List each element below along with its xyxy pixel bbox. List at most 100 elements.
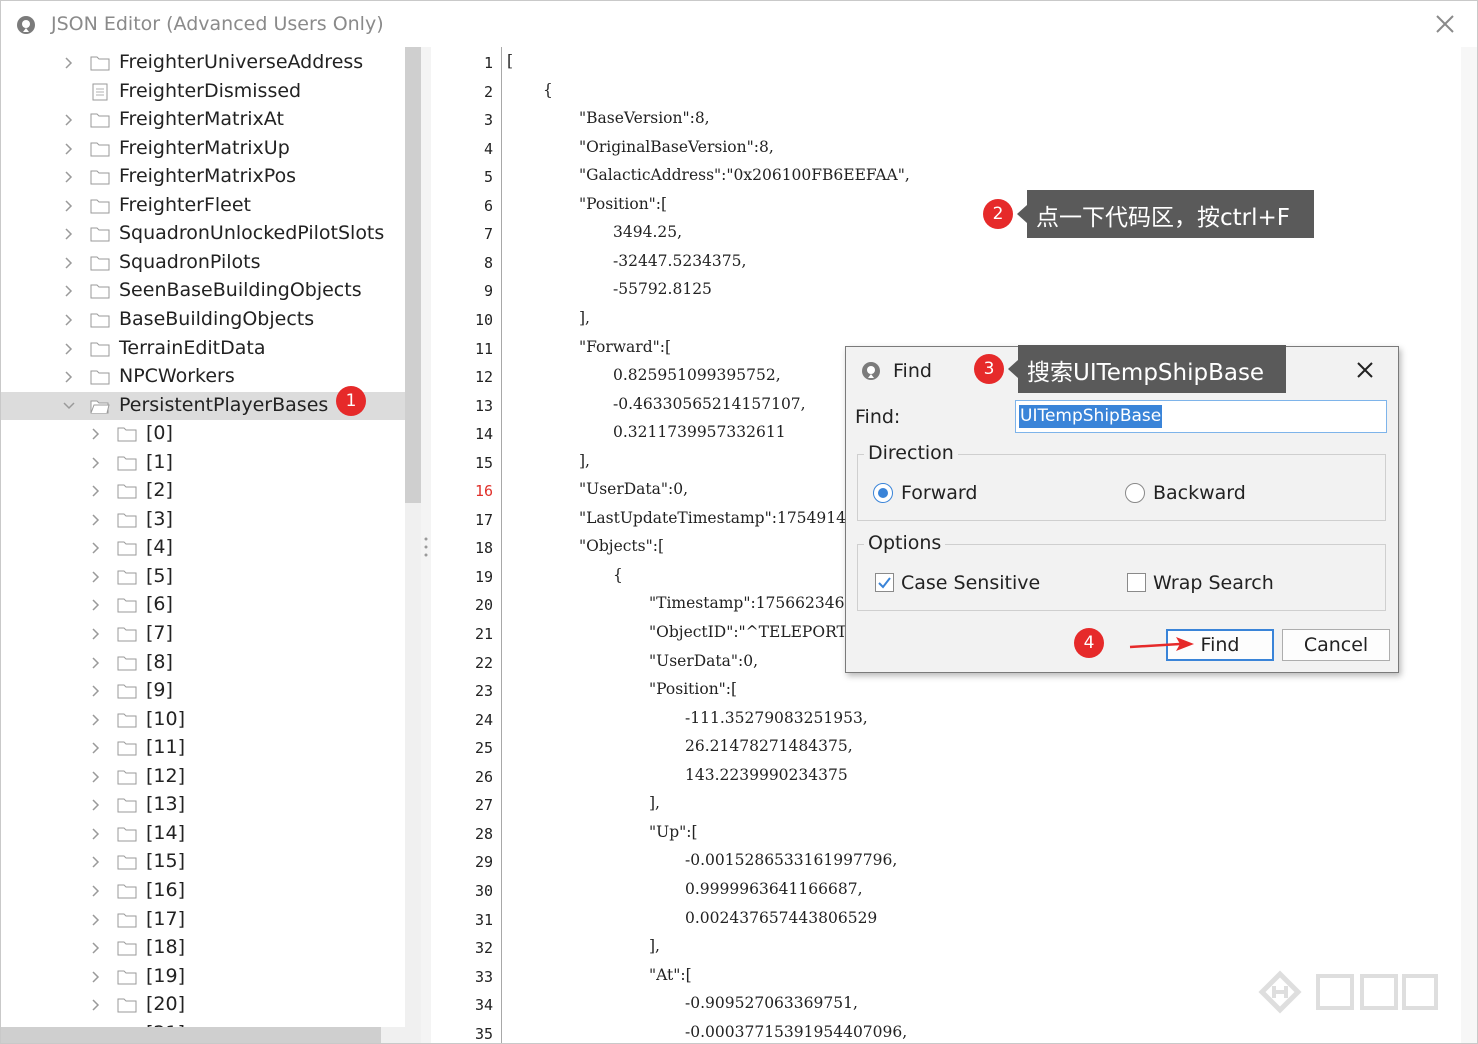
tree-item[interactable]: FreighterFleet	[1, 192, 405, 220]
code-line[interactable]: 3494.25,	[613, 223, 682, 241]
chevron-right-icon[interactable]	[63, 285, 75, 297]
tree-item[interactable]: [20]	[1, 991, 405, 1019]
code-line[interactable]: "Position":[	[649, 680, 737, 698]
tree-item[interactable]: [7]	[1, 620, 405, 648]
code-line[interactable]: "Objects":[	[579, 537, 664, 555]
chevron-right-icon[interactable]	[63, 228, 75, 240]
chevron-right-icon[interactable]	[90, 628, 102, 640]
editor-vertical-scrollbar[interactable]	[1461, 47, 1477, 1043]
tree-view[interactable]: [21][20][19][18][17][16][15][14][13][12]…	[1, 47, 421, 1043]
code-line[interactable]: -0.0015286533161997796,	[685, 851, 897, 869]
chevron-right-icon[interactable]	[63, 200, 75, 212]
code-line[interactable]: -111.35279083251953,	[685, 709, 868, 727]
tree-item[interactable]: [18]	[1, 934, 405, 962]
chevron-right-icon[interactable]	[63, 257, 75, 269]
tree-item[interactable]: SquadronUnlockedPilotSlots	[1, 220, 405, 248]
chevron-right-icon[interactable]	[90, 685, 102, 697]
code-line[interactable]: "UserData":0,	[649, 652, 758, 670]
code-line[interactable]: "LastUpdateTimestamp":17549144	[579, 509, 856, 527]
code-line[interactable]: "Timestamp":1756623460	[649, 594, 854, 612]
tree-hscroll-thumb[interactable]	[1, 1027, 381, 1043]
tree-item[interactable]: [11]	[1, 734, 405, 762]
tree-item[interactable]: FreighterDismissed	[1, 78, 405, 106]
tree-item[interactable]: [13]	[1, 791, 405, 819]
code-line[interactable]: 143.2239990234375	[685, 766, 848, 784]
tree-item[interactable]: [10]	[1, 706, 405, 734]
tree-item[interactable]: [1]	[1, 449, 405, 477]
chevron-right-icon[interactable]	[90, 828, 102, 840]
chevron-right-icon[interactable]	[63, 114, 75, 126]
chevron-right-icon[interactable]	[90, 742, 102, 754]
chevron-right-icon[interactable]	[90, 657, 102, 669]
chevron-right-icon[interactable]	[63, 342, 75, 355]
chevron-right-icon[interactable]	[63, 371, 75, 383]
chevron-right-icon[interactable]	[90, 771, 102, 783]
chevron-down-icon[interactable]	[63, 400, 75, 412]
chevron-right-icon[interactable]	[90, 799, 102, 811]
chevron-right-icon[interactable]	[90, 971, 102, 983]
code-line[interactable]: "OriginalBaseVersion":8,	[579, 138, 774, 156]
tree-item[interactable]: [8]	[1, 649, 405, 677]
code-line[interactable]: 0.3211739957332611	[613, 423, 786, 441]
wrap-search-label[interactable]: Wrap Search	[1153, 572, 1274, 594]
case-sensitive-label[interactable]: Case Sensitive	[901, 572, 1040, 594]
code-line[interactable]: -55792.8125	[613, 280, 712, 298]
code-line[interactable]: 0.002437657443806529	[685, 909, 877, 927]
cancel-button[interactable]: Cancel	[1282, 629, 1390, 661]
code-line[interactable]: ],	[649, 794, 660, 812]
tree-item[interactable]: [19]	[1, 963, 405, 991]
chevron-right-icon[interactable]	[63, 314, 75, 326]
tree-item[interactable]: [15]	[1, 848, 405, 876]
chevron-right-icon[interactable]	[90, 714, 102, 726]
tree-item[interactable]: [12]	[1, 763, 405, 791]
tree-item[interactable]: FreighterMatrixUp	[1, 135, 405, 163]
chevron-right-icon[interactable]	[90, 885, 102, 897]
code-line[interactable]: "Forward":[	[579, 338, 671, 356]
code-line[interactable]: "Up":[	[649, 823, 698, 841]
tree-item[interactable]: FreighterMatrixAt	[1, 106, 405, 134]
wrap-search-checkbox[interactable]	[1127, 573, 1146, 592]
code-line[interactable]: -0.909527063369751,	[685, 994, 858, 1012]
chevron-right-icon[interactable]	[90, 999, 102, 1011]
code-line[interactable]: ],	[579, 452, 590, 470]
chevron-right-icon[interactable]	[90, 542, 102, 554]
code-line[interactable]: {	[543, 81, 553, 99]
code-line[interactable]: ],	[579, 309, 590, 327]
backward-label[interactable]: Backward	[1153, 482, 1246, 504]
code-line[interactable]: [	[507, 52, 513, 70]
tree-item[interactable]: [17]	[1, 906, 405, 934]
dialog-close-icon[interactable]	[1354, 359, 1376, 381]
tree-item[interactable]: FreighterMatrixPos	[1, 163, 405, 191]
code-line[interactable]: "GalacticAddress":"0x206100FB6EEFAA",	[579, 166, 910, 184]
chevron-right-icon[interactable]	[90, 485, 102, 497]
code-line[interactable]: ],	[649, 937, 660, 955]
chevron-right-icon[interactable]	[90, 942, 102, 954]
tree-item[interactable]: [2]	[1, 477, 405, 505]
tree-item[interactable]: [0]	[1, 420, 405, 448]
chevron-right-icon[interactable]	[90, 571, 102, 583]
chevron-right-icon[interactable]	[90, 856, 102, 868]
tree-item[interactable]: [4]	[1, 534, 405, 562]
code-line[interactable]: "ObjectID":"^TELEPORTE	[649, 623, 858, 641]
code-line[interactable]: "UserData":0,	[579, 480, 688, 498]
backward-radio[interactable]	[1125, 483, 1145, 503]
tree-vertical-scrollbar[interactable]	[405, 47, 421, 1043]
pane-splitter[interactable]	[421, 47, 431, 1043]
chevron-right-icon[interactable]	[90, 599, 102, 611]
code-line[interactable]: "Position":[	[579, 195, 667, 213]
code-line[interactable]: 26.21478271484375,	[685, 737, 853, 755]
tree-item[interactable]: TerrainEditData	[1, 335, 405, 363]
tree-item[interactable]: [5]	[1, 563, 405, 591]
code-line[interactable]: {	[613, 566, 623, 584]
tree-item[interactable]: SeenBaseBuildingObjects	[1, 277, 405, 305]
forward-label[interactable]: Forward	[901, 482, 977, 504]
code-line[interactable]: 0.825951099395752,	[613, 366, 781, 384]
tree-item[interactable]: [16]	[1, 877, 405, 905]
tree-item[interactable]: [6]	[1, 591, 405, 619]
code-line[interactable]: -32447.5234375,	[613, 252, 746, 270]
code-line[interactable]: "At":[	[649, 966, 692, 984]
chevron-right-icon[interactable]	[90, 428, 102, 440]
tree-scroll-thumb[interactable]	[405, 47, 421, 503]
code-line[interactable]: -0.00037715391954407096,	[685, 1023, 907, 1041]
tree-horizontal-scrollbar[interactable]	[1, 1027, 405, 1043]
